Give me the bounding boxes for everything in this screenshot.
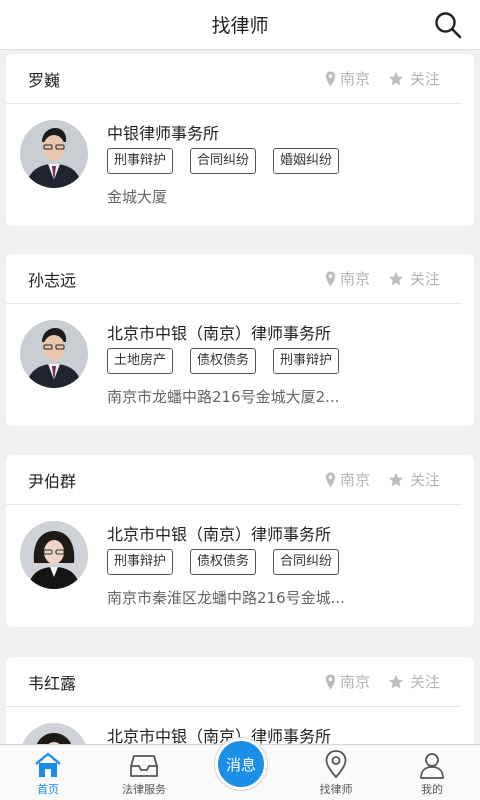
specialty-tag: 合同纠纷: [273, 549, 340, 575]
specialty-tag: 刑事辩护: [107, 148, 174, 174]
tab-home[interactable]: 首页: [0, 745, 96, 800]
top-bar: 找律师: [0, 0, 480, 50]
lawyer-card[interactable]: 尹伯群 南京 关注北京市中银（南京）律师事务所刑事辩护 债权债务 合同纠纷南京市秦淮区龙…: [6, 455, 474, 627]
location-pin-icon: [325, 71, 336, 86]
lawyer-card-body: 北京市中银（南京）律师事务所土地房产 债权债务 刑事辩护南京市龙蟠中路216号金城大…: [6, 304, 474, 426]
lawyer-city: 南京: [325, 68, 370, 89]
lawyer-card-header: 尹伯群 南京 关注: [6, 455, 462, 505]
location-pin-icon: [325, 472, 336, 487]
lawyer-city: 南京: [325, 268, 370, 289]
lawyer-card[interactable]: 韦红露 南京 关注北京市中银（南京）律师事务所: [6, 657, 474, 744]
star-icon: [388, 472, 404, 486]
page-title: 找律师: [211, 15, 269, 37]
tab-find-lawyer[interactable]: 找律师: [288, 745, 384, 800]
follow-button[interactable]: 关注: [388, 469, 440, 490]
follow-button[interactable]: 关注: [388, 68, 440, 89]
inbox-icon: [130, 755, 158, 777]
messages-button-label: 消息: [225, 755, 256, 774]
law-firm-name: 北京市中银（南京）律师事务所: [107, 727, 332, 744]
avatar: [20, 723, 88, 744]
lawyer-name: 尹伯群: [28, 471, 77, 491]
follow-label: 关注: [409, 70, 440, 88]
office-address: 南京市秦淮区龙蟠中路216号金城...: [107, 589, 345, 607]
home-icon: [35, 752, 61, 777]
user-icon: [420, 753, 444, 779]
lawyer-name: 孙志远: [28, 270, 77, 290]
location-pin-icon: [325, 271, 336, 286]
star-icon: [388, 71, 404, 85]
follow-label: 关注: [409, 673, 440, 691]
follow-label: 关注: [409, 270, 440, 288]
lawyer-card-body: 北京市中银（南京）律师事务所刑事辩护 债权债务 合同纠纷南京市秦淮区龙蟠中路216号…: [6, 505, 474, 627]
specialty-tag: 刑事辩护: [107, 549, 174, 575]
specialty-tag: 土地房产: [107, 348, 174, 374]
search-icon: [435, 12, 462, 39]
lawyer-card[interactable]: 孙志远 南京 关注北京市中银（南京）律师事务所土地房产 债权债务 刑事辩护南京市龙蟠中路…: [6, 254, 474, 426]
office-address: 金城大厦: [107, 188, 168, 206]
lawyer-card-header: 罗巍 南京 关注: [6, 54, 462, 104]
specialty-tag: 刑事辩护: [273, 348, 340, 374]
city-label: 南京: [339, 471, 370, 489]
specialty-tags: 刑事辩护 合同纠纷 婚姻纠纷: [107, 148, 356, 174]
city-label: 南京: [339, 270, 370, 288]
lawyer-name: 罗巍: [28, 70, 61, 90]
law-firm-name: 中银律师事务所: [107, 124, 220, 143]
avatar: [20, 521, 88, 589]
search-button[interactable]: [432, 9, 464, 41]
specialty-tag: 债权债务: [190, 348, 257, 374]
lawyer-city: 南京: [325, 469, 370, 490]
star-icon: [388, 271, 404, 285]
follow-label: 关注: [409, 471, 440, 489]
city-label: 南京: [339, 70, 370, 88]
star-icon: [388, 674, 404, 688]
tab-legal-services[interactable]: 法律服务: [96, 745, 192, 800]
lawyer-card-header: 韦红露 南京 关注: [6, 657, 462, 707]
tab-find-lawyer-label: 找律师: [319, 783, 353, 796]
specialty-tag: 婚姻纠纷: [273, 148, 340, 174]
location-pin-icon: [325, 674, 336, 689]
law-firm-name: 北京市中银（南京）律师事务所: [107, 525, 332, 544]
lawyer-name: 韦红露: [28, 673, 77, 693]
specialty-tag: 合同纠纷: [190, 148, 257, 174]
avatar: [20, 320, 88, 388]
avatar: [20, 120, 88, 188]
tab-mine-label: 我的: [421, 783, 443, 796]
messages-button[interactable]: 消息: [215, 738, 267, 790]
specialty-tags: 刑事辩护 债权债务 合同纠纷: [107, 549, 356, 575]
lawyer-city: 南京: [325, 671, 370, 692]
law-firm-name: 北京市中银（南京）律师事务所: [107, 324, 332, 343]
city-label: 南京: [339, 673, 370, 691]
tab-mine[interactable]: 我的: [384, 745, 480, 800]
specialty-tag: 债权债务: [190, 549, 257, 575]
lawyer-card-body: 中银律师事务所刑事辩护 合同纠纷 婚姻纠纷金城大厦: [6, 104, 474, 226]
follow-button[interactable]: 关注: [388, 268, 440, 289]
follow-button[interactable]: 关注: [388, 671, 440, 692]
lawyer-list[interactable]: 罗巍 南京 关注 中银律师事务所 刑事辩护 合同纠纷 婚姻纠纷 金城大厦 孙志远 南京 关注 北京市中…: [0, 50, 480, 744]
lawyer-card[interactable]: 罗巍 南京 关注中银律师事务所刑事辩护 合同纠纷 婚姻纠纷金城大厦: [6, 54, 474, 226]
lawyer-card-header: 孙志远 南京 关注: [6, 254, 462, 304]
tab-home-label: 首页: [37, 783, 59, 796]
office-address: 南京市龙蟠中路216号金城大厦2...: [107, 388, 340, 406]
tab-legal-services-label: 法律服务: [122, 783, 166, 796]
location-pin-icon: [325, 750, 347, 779]
specialty-tags: 土地房产 债权债务 刑事辩护: [107, 348, 356, 374]
